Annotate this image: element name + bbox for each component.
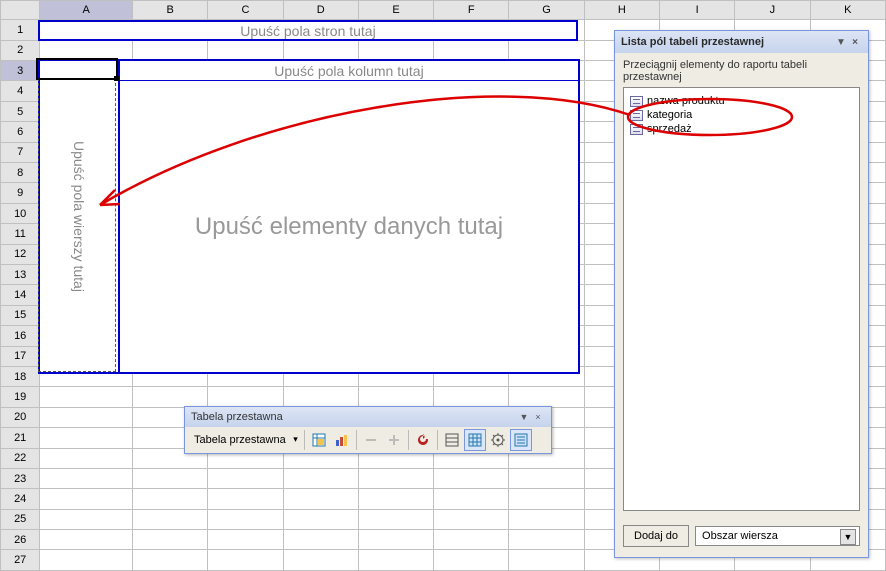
toolbar-titlebar[interactable]: Tabela przestawna ▼ × [185,407,551,427]
toolbar-title-label: Tabela przestawna [191,411,283,423]
field-label: kategoria [647,109,692,121]
field-item-kategoria[interactable]: kategoria [628,108,855,122]
field-list-titlebar[interactable]: Lista pól tabeli przestawnej ▼ × [615,31,868,53]
row-header[interactable]: 11 [1,224,40,244]
row-header[interactable]: 6 [1,122,40,142]
pivot-table-menu-button[interactable]: Tabela przestawna [189,431,301,449]
field-settings-icon[interactable] [487,429,509,451]
row-header[interactable]: 13 [1,265,40,285]
field-icon [630,124,643,135]
show-field-list-icon[interactable] [510,429,532,451]
row-header[interactable]: 4 [1,81,40,101]
row-header[interactable]: 27 [1,550,40,571]
pivot-drop-data-items[interactable]: Upuść elementy danych tutaj [118,80,580,374]
field-icon [630,96,643,107]
add-to-button[interactable]: Dodaj do [623,525,689,547]
row-header[interactable]: 10 [1,203,40,223]
row-header[interactable]: 19 [1,387,40,407]
row-header[interactable]: 2 [1,40,40,60]
toolbar-options-icon[interactable]: ▼ [517,410,531,424]
row-header[interactable]: 18 [1,366,40,386]
hide-detail-icon [360,429,382,451]
show-detail-icon [383,429,405,451]
chart-wizard-icon[interactable] [331,429,353,451]
col-header[interactable]: J [735,1,810,20]
col-header[interactable]: F [434,1,509,20]
col-header[interactable]: I [660,1,735,20]
col-header[interactable]: E [358,1,433,20]
row-header[interactable]: 5 [1,101,40,121]
field-icon [630,110,643,121]
row-header[interactable]: 8 [1,163,40,183]
row-header[interactable]: 3 [1,61,40,81]
row-header[interactable]: 26 [1,530,40,550]
row-header[interactable]: 17 [1,346,40,366]
close-icon[interactable]: × [848,35,862,49]
format-report-icon[interactable] [308,429,330,451]
pivot-table-toolbar[interactable]: Tabela przestawna ▼ × Tabela przestawna [184,406,552,454]
row-header[interactable]: 21 [1,428,40,448]
pivot-drop-row-fields[interactable]: Upuść pola wierszy tutaj [38,59,118,374]
field-list-box[interactable]: nazwa produktu kategoria sprzedaż [623,87,860,511]
field-list-options-icon[interactable]: ▼ [834,35,848,49]
pivot-drop-column-fields[interactable]: Upuść pola kolumn tutaj [118,59,580,80]
row-header[interactable]: 14 [1,285,40,305]
row-header[interactable]: 15 [1,305,40,325]
include-hidden-icon[interactable] [441,429,463,451]
row-header[interactable]: 9 [1,183,40,203]
col-header[interactable]: B [133,1,208,20]
refresh-data-icon[interactable] [412,429,434,451]
row-header[interactable]: 24 [1,489,40,509]
row-header[interactable]: 23 [1,468,40,488]
row-header[interactable]: 25 [1,509,40,529]
col-header[interactable]: C [208,1,283,20]
col-header[interactable]: K [810,1,885,20]
row-header[interactable]: 16 [1,326,40,346]
pivot-field-list-pane[interactable]: Lista pól tabeli przestawnej ▼ × Przecią… [614,30,869,558]
row-header[interactable]: 20 [1,407,40,427]
field-label: nazwa produktu [647,95,725,107]
close-icon[interactable]: × [531,410,545,424]
field-item-nazwa-produktu[interactable]: nazwa produktu [628,94,855,108]
area-select-dropdown[interactable]: Obszar wiersza [695,526,860,546]
select-all-corner[interactable] [1,1,40,20]
row-header[interactable]: 22 [1,448,40,468]
pivot-drop-page-fields[interactable]: Upuść pola stron tutaj [38,20,578,41]
col-header[interactable]: H [584,1,659,20]
field-list-subtitle: Przeciągnij elementy do raportu tabeli p… [615,53,868,87]
row-header[interactable]: 1 [1,20,40,40]
col-header[interactable]: A [40,1,133,20]
always-display-items-icon[interactable] [464,429,486,451]
row-header[interactable]: 12 [1,244,40,264]
field-label: sprzedaż [647,123,692,135]
field-list-title-label: Lista pól tabeli przestawnej [621,36,764,48]
col-header[interactable]: G [509,1,584,20]
field-item-sprzedaz[interactable]: sprzedaż [628,122,855,136]
col-header[interactable]: D [283,1,358,20]
row-header[interactable]: 7 [1,142,40,162]
